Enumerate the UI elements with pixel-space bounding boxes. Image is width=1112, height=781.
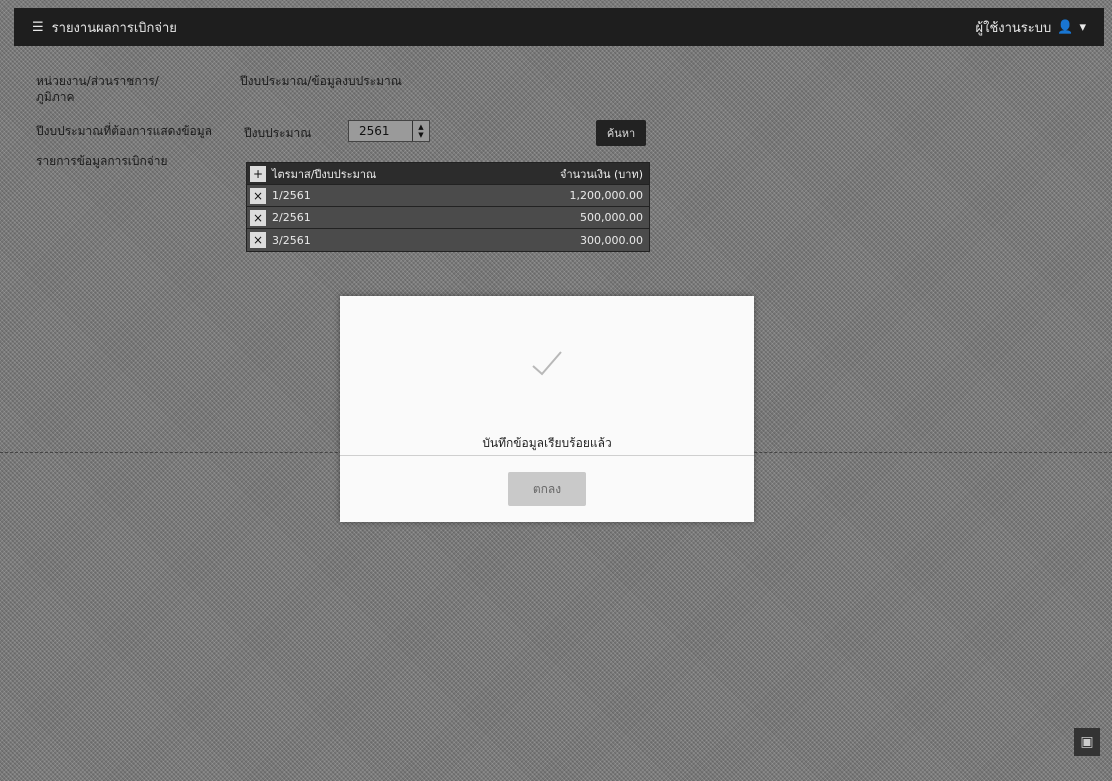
- user-menu[interactable]: ผู้ใช้งานระบบ 👤 ▾: [975, 17, 1086, 38]
- check-icon: [532, 351, 562, 376]
- success-dialog: บันทึกข้อมูลเรียบร้อยแล้ว ตกลง: [340, 296, 754, 522]
- user-name: ผู้ใช้งานระบบ: [975, 20, 1052, 36]
- search-button[interactable]: ค้นหา: [596, 120, 646, 146]
- chevron-down-icon: ▾: [1079, 19, 1086, 35]
- table-row[interactable]: × 2/2561 500,000.00: [247, 207, 649, 229]
- menu-icon[interactable]: ☰: [32, 20, 44, 35]
- disbursement-table: + ไตรมาส/ปีงบประมาณ จำนวนเงิน (บาท) × 1/…: [246, 162, 650, 252]
- year-value: 2561: [359, 124, 390, 138]
- delete-icon[interactable]: ×: [250, 187, 266, 204]
- row-amount: 1,200,000.00: [569, 189, 643, 202]
- app-title[interactable]: ☰ รายงานผลการเบิกจ่าย: [32, 17, 177, 38]
- unit-label-sub: ภูมิภาค: [36, 90, 75, 104]
- top-navbar: ☰ รายงานผลการเบิกจ่าย ผู้ใช้งานระบบ 👤 ▾: [14, 8, 1104, 46]
- row-period: 2/2561: [272, 211, 311, 224]
- dialog-divider: [340, 455, 754, 456]
- row-amount: 300,000.00: [580, 233, 643, 247]
- year-label: ปีงบประมาณ: [244, 126, 312, 140]
- qr-icon: ▣: [1074, 728, 1100, 756]
- year-section-label: ปีงบประมาณที่ต้องการแสดงข้อมูล: [36, 124, 212, 138]
- table-header: + ไตรมาส/ปีงบประมาณ จำนวนเงิน (บาท): [247, 163, 649, 185]
- spinner-arrows-icon[interactable]: ▲ ▼: [412, 121, 429, 141]
- expand-icon[interactable]: +: [250, 165, 266, 182]
- unit-value: ปีงบประมาณ/ข้อมูลงบประมาณ: [240, 74, 402, 88]
- year-select[interactable]: 2561 ▲ ▼: [348, 120, 430, 142]
- ok-button[interactable]: ตกลง: [508, 472, 586, 506]
- user-icon: 👤: [1057, 19, 1074, 35]
- header-col3: จำนวนเงิน (บาท): [560, 167, 643, 181]
- row-amount: 500,000.00: [580, 211, 643, 224]
- dialog-message: บันทึกข้อมูลเรียบร้อยแล้ว: [482, 436, 612, 450]
- list-label: รายการข้อมูลการเบิกจ่าย: [36, 154, 168, 168]
- table-row[interactable]: × 3/2561 300,000.00: [247, 229, 649, 251]
- header-col1: ไตรมาส/ปีงบประมาณ: [272, 167, 377, 181]
- row-period: 3/2561: [272, 233, 311, 247]
- row-period: 1/2561: [272, 189, 311, 202]
- delete-icon[interactable]: ×: [250, 232, 266, 248]
- app-title-text: รายงานผลการเบิกจ่าย: [51, 20, 177, 36]
- table-row[interactable]: × 1/2561 1,200,000.00: [247, 185, 649, 207]
- delete-icon[interactable]: ×: [250, 209, 266, 226]
